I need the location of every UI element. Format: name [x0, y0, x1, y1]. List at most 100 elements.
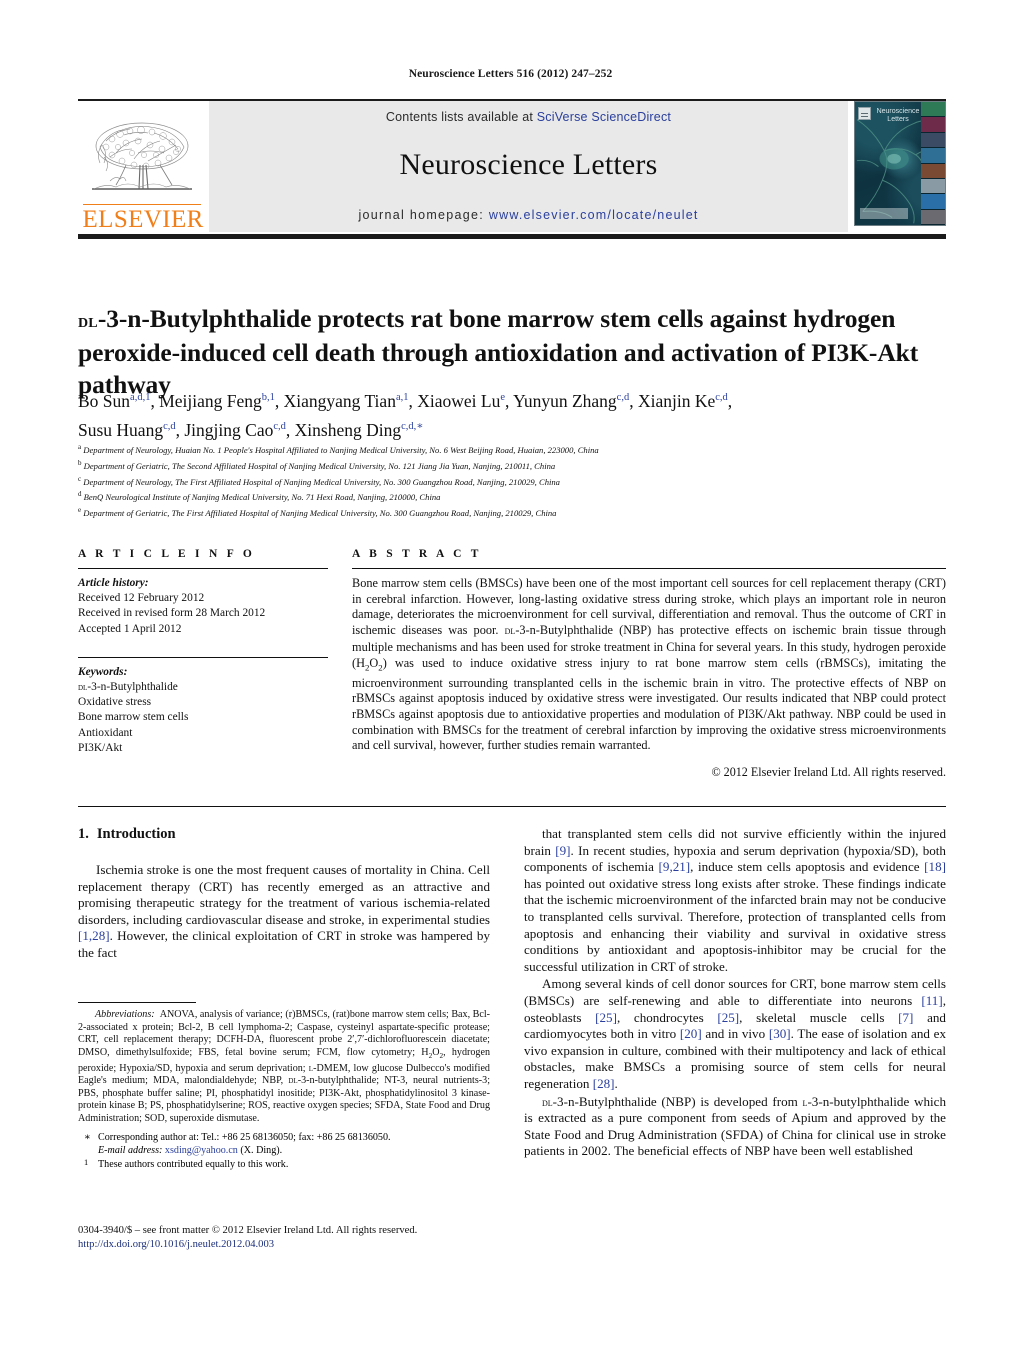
- affiliation-mark: e: [78, 506, 82, 515]
- cover-strip-cell: [921, 132, 945, 149]
- affiliation-item: e Department of Geriatric, The First Aff…: [78, 504, 958, 520]
- history-item: Accepted 1 April 2012: [78, 622, 182, 635]
- cover-strip-cell: [921, 148, 945, 164]
- author-item[interactable]: Xiaowei Lue: [417, 391, 505, 411]
- keyword-item: Bone marrow stem cells: [78, 711, 189, 724]
- author-affil-marks: b,1: [261, 392, 275, 403]
- author-item[interactable]: Susu Huangc,d: [78, 420, 176, 440]
- keywords-label: Keywords:: [78, 665, 128, 678]
- elsevier-wordmark: ELSEVIER: [82, 204, 204, 233]
- abstract-heading: A B S T R A C T: [352, 548, 482, 560]
- email-suffix: (X. Ding).: [240, 1144, 283, 1156]
- author-affil-marks: a,1: [395, 392, 409, 403]
- affiliation-text: Department of Neurology, Huaian No. 1 Pe…: [83, 444, 599, 455]
- keyword-item: PI3K/Akt: [78, 741, 123, 754]
- contents-prefix: Contents lists available at: [385, 110, 537, 124]
- body-column-right: that transplanted stem cells did not sur…: [524, 826, 946, 1160]
- homepage-prefix: journal homepage:: [358, 208, 489, 222]
- affiliation-mark: b: [78, 458, 82, 467]
- affiliation-text: Department of Geriatric, The First Affil…: [83, 507, 557, 518]
- affiliation-list: a Department of Neurology, Huaian No. 1 …: [78, 441, 958, 520]
- author-item[interactable]: Jingjing Caoc,d: [184, 420, 286, 440]
- keyword-item: dl-3-n-Butylphthalide: [78, 681, 178, 694]
- author-item[interactable]: Bo Suna,d,1: [78, 391, 150, 411]
- affiliation-text: Department of Geriatric, The Second Affi…: [83, 460, 556, 471]
- footnote-block: Abbreviations: ANOVA, analysis of varian…: [78, 1002, 490, 1172]
- author-affil-marks: c,d: [273, 420, 286, 432]
- author-item[interactable]: Xinsheng Dingc,d,∗: [295, 420, 424, 440]
- sciencedirect-link[interactable]: SciVerse ScienceDirect: [537, 110, 671, 124]
- author-name: Bo Sun: [78, 390, 131, 411]
- article-info-column: A R T I C L E I N F O Article history: R…: [78, 548, 328, 756]
- section-heading-introduction: 1. Introduction: [78, 826, 490, 843]
- author-item[interactable]: Meijiang Fengb,1: [159, 391, 275, 411]
- author-item[interactable]: Xiangyang Tiana,1: [284, 391, 409, 411]
- issn-copyright-line: 0304-3940/$ – see front matter © 2012 El…: [78, 1225, 418, 1236]
- abstract-text: Bone marrow stem cells (BMSCs) have been…: [352, 576, 947, 753]
- affiliation-mark: a: [78, 443, 82, 451]
- cover-strip-cell: [921, 209, 945, 225]
- affiliation-mark: c: [78, 474, 82, 483]
- author-affil-marks: e: [500, 392, 506, 403]
- history-item: Received 12 February 2012: [78, 592, 205, 605]
- author-affil-marks: c,d: [715, 392, 728, 403]
- abbreviations-label: Abbreviations:: [95, 1009, 155, 1021]
- contents-line: Contents lists available at SciVerse Sci…: [386, 110, 671, 124]
- author-item[interactable]: Yunyun Zhangc,d: [513, 391, 629, 411]
- abstract-copyright: © 2012 Elsevier Ireland Ltd. All rights …: [711, 765, 946, 780]
- email-link[interactable]: xsding@yahoo.cn: [165, 1145, 238, 1156]
- cover-publisher-logo: [858, 107, 871, 120]
- equal-contribution-note: 1 These authors contributed equally to t…: [78, 1158, 490, 1171]
- affiliation-item: d BenQ Neurological Institute of Nanjing…: [78, 488, 958, 504]
- cover-strip-cell: [921, 178, 945, 195]
- author-name: Xiangyang Tian: [283, 390, 396, 411]
- article-history-block: Article history: Received 12 February 20…: [78, 576, 328, 637]
- corresponding-author-note: ∗ Corresponding author at: Tel.: +86 25 …: [78, 1131, 490, 1157]
- paragraph: dl-3-n-Butylphthalide (NBP) is developed…: [524, 1093, 946, 1159]
- cover-strip-cell: [921, 194, 945, 210]
- author-name: Jingjing Cao: [184, 419, 274, 440]
- corresponding-author-text: Corresponding author at: Tel.: +86 25 68…: [98, 1131, 391, 1143]
- asterisk-icon: ∗: [84, 1131, 91, 1143]
- homepage-url-link[interactable]: www.elsevier.com/locate/neulet: [489, 208, 699, 222]
- journal-homepage-line: journal homepage: www.elsevier.com/locat…: [358, 208, 698, 222]
- article-history-label: Article history:: [78, 577, 149, 589]
- article-info-rule: [78, 568, 328, 569]
- cover-strip-cell: [921, 102, 945, 118]
- author-affil-marks: c,d: [616, 392, 630, 403]
- body-column-left: 1. Introduction Ischemia stroke is one th…: [78, 826, 490, 962]
- journal-band: Contents lists available at SciVerse Sci…: [209, 101, 848, 232]
- author-affil-marks: a,d,1: [130, 392, 151, 403]
- journal-cover-thumbnail: Neuroscience Letters: [854, 101, 946, 226]
- paragraph: Ischemia stroke is one the most frequent…: [78, 862, 490, 960]
- abbreviations-note: Abbreviations: ANOVA, analysis of varian…: [78, 1009, 490, 1125]
- cover-title-line2: Letters: [887, 116, 909, 123]
- author-name: Xianjin Ke: [637, 390, 716, 411]
- journal-title: Neuroscience Letters: [399, 148, 658, 181]
- history-item: Received in revised form 28 March 2012: [78, 607, 266, 620]
- footnote-rule: [78, 1002, 196, 1004]
- keyword-item: Oxidative stress: [78, 696, 152, 709]
- cover-title: Neuroscience Letters: [875, 108, 921, 124]
- elsevier-tree-icon: [91, 122, 192, 190]
- author-item[interactable]: Xianjin Kec,d: [638, 391, 728, 411]
- elsevier-logo: ELSEVIER: [78, 101, 205, 232]
- journal-article-page: Neuroscience Letters 516 (2012) 247–252: [0, 0, 1021, 1351]
- paragraph: Among several kinds of cell donor source…: [524, 976, 946, 1091]
- email-label: E-mail address:: [98, 1144, 163, 1156]
- cover-thumbnail-strip: [921, 102, 945, 225]
- keywords-block: Keywords: dl-3-n-Butylphthalide Oxidativ…: [78, 665, 328, 756]
- abstract-column: A B S T R A C T Bone marrow stem cells (…: [352, 548, 946, 780]
- affiliation-mark: d: [78, 490, 82, 499]
- doi-link[interactable]: http://dx.doi.org/10.1016/j.neulet.2012.…: [78, 1238, 548, 1252]
- affiliation-item: a Department of Neurology, Huaian No. 1 …: [78, 441, 958, 457]
- cover-strip-cell: [921, 117, 945, 133]
- section-number: 1.: [78, 826, 89, 842]
- keyword-item: Antioxidant: [78, 726, 133, 739]
- author-name: Xiaowei Lu: [417, 390, 501, 411]
- bottom-matter: 0304-3940/$ – see front matter © 2012 El…: [78, 1224, 548, 1253]
- section-title: Introduction: [96, 826, 176, 842]
- footnote-items: ∗ Corresponding author at: Tel.: +86 25 …: [78, 1131, 490, 1171]
- author-affil-marks: c,d,∗: [401, 420, 424, 432]
